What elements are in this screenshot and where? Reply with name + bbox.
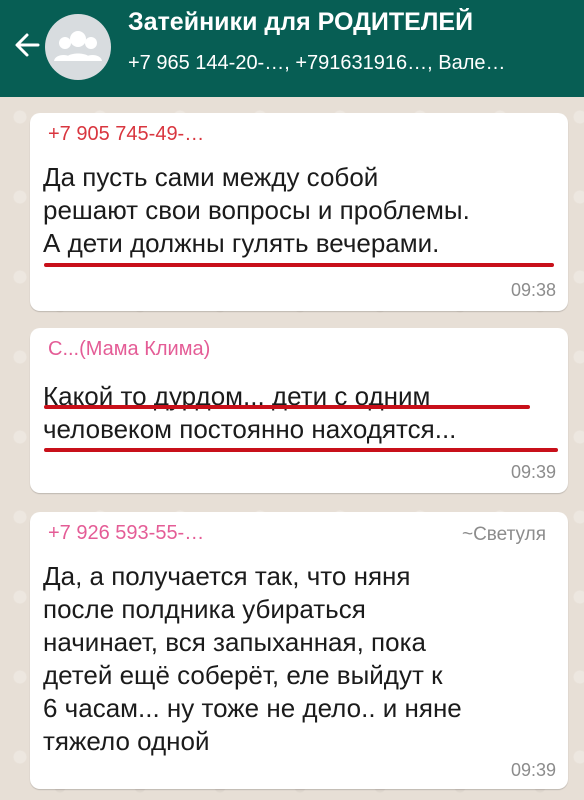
message-sender-alias: ~Светуля <box>461 524 546 545</box>
message-sender[interactable]: +7 905 745-49-… <box>48 123 204 146</box>
text-underline <box>44 448 558 452</box>
chat-header: Затейники для РОДИТЕЛЕЙ +7 965 144-20-…,… <box>0 0 584 97</box>
message-bubble[interactable]: С...(Мама Климa) Какой то дурдом... дети… <box>30 328 568 493</box>
message-text: Какой то дурдом... дети с одним человеко… <box>43 381 457 444</box>
text-underline <box>44 263 554 267</box>
message-sender[interactable]: +7 926 593-55-… <box>48 522 204 545</box>
message-text: Да, а получается так, что няня после пол… <box>43 561 462 756</box>
message-bubble[interactable]: +7 926 593-55-… ~Светуля Да, а получаетс… <box>30 512 568 789</box>
chat-participants[interactable]: +7 965 144-20-…, +791631916…, Вале… <box>128 52 578 75</box>
message-time: 09:38 <box>510 280 556 300</box>
group-avatar-icon[interactable] <box>45 14 111 80</box>
text-underline <box>44 405 530 409</box>
message-time: 09:39 <box>510 760 556 780</box>
message-text: Да пусть сами между собой решают свои во… <box>43 162 470 258</box>
message-bubble[interactable]: +7 905 745-49-… Да пусть сами между собо… <box>30 113 568 311</box>
chat-title[interactable]: Затейники для РОДИТЕЛЕЙ <box>128 8 578 37</box>
arrow-left-icon[interactable] <box>8 24 50 66</box>
message-sender[interactable]: С...(Мама Климa) <box>48 338 210 361</box>
message-time: 09:39 <box>510 462 556 482</box>
